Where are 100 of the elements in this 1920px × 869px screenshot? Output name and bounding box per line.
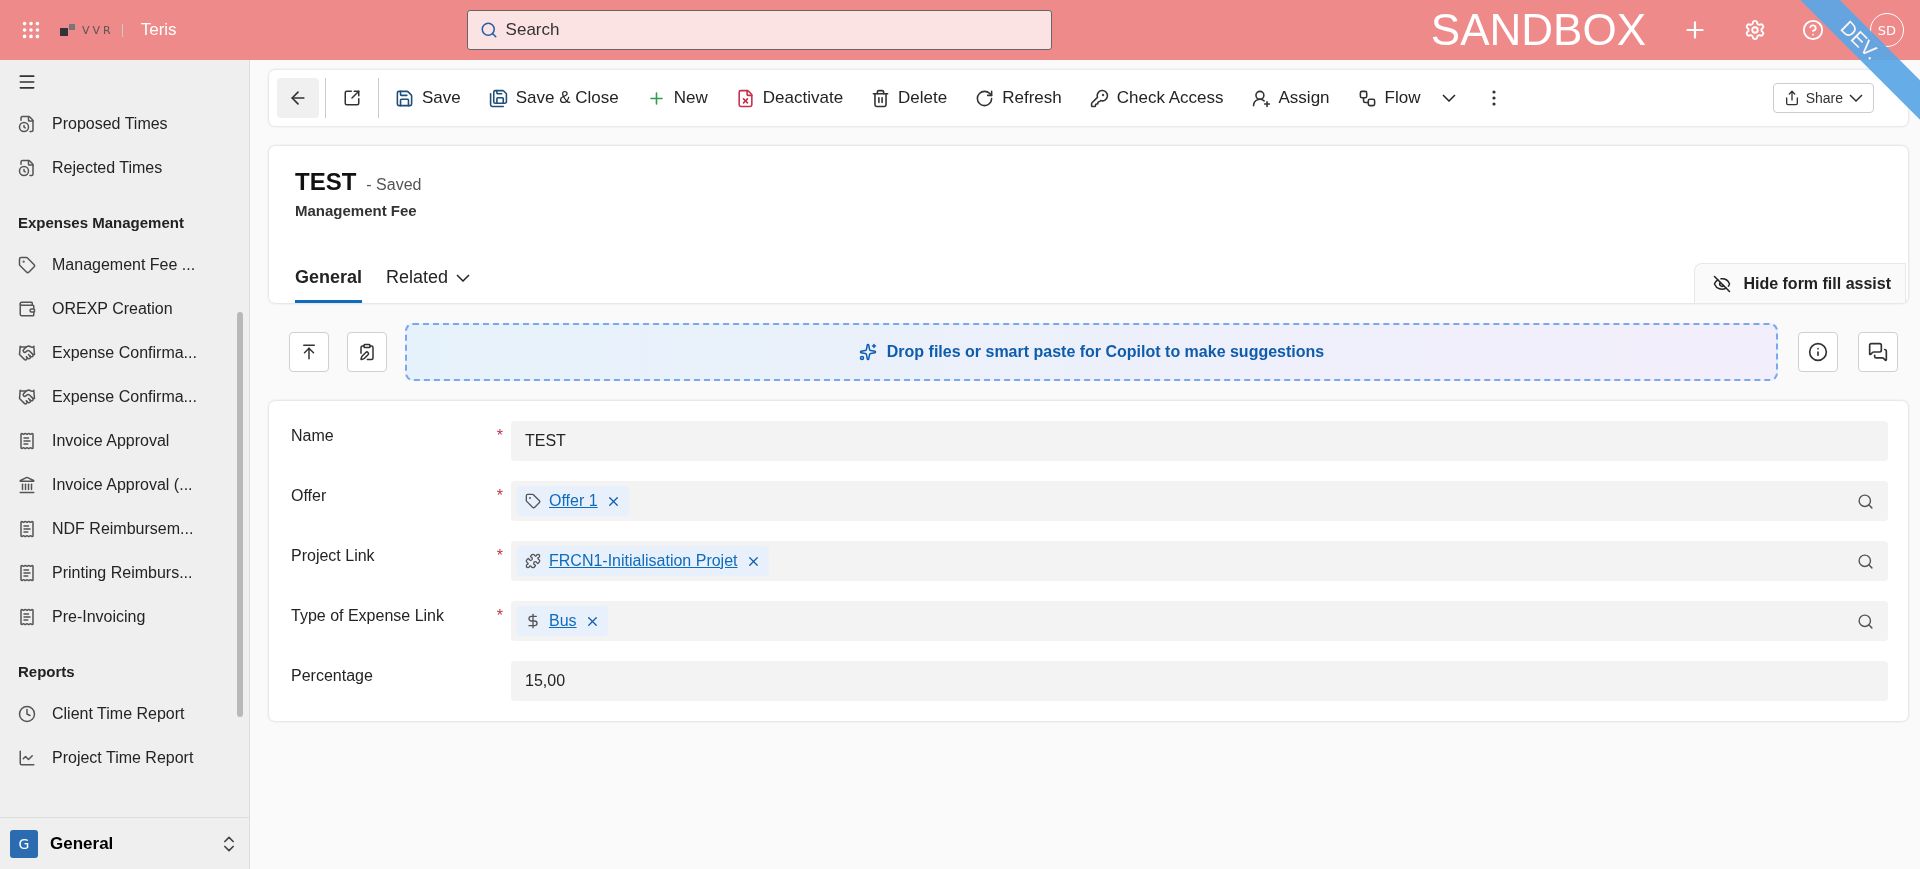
command-button[interactable]: Flow bbox=[1347, 78, 1467, 118]
arrow-up-to-line-icon bbox=[300, 343, 318, 361]
clock-icon bbox=[18, 705, 36, 723]
flow-icon bbox=[1357, 88, 1377, 108]
chart-icon bbox=[18, 749, 36, 767]
nav-item[interactable]: NDF Reimbursem... bbox=[0, 507, 249, 551]
receipt-icon bbox=[18, 608, 36, 626]
input-field[interactable]: TEST bbox=[511, 421, 1888, 461]
lookup-field[interactable]: Offer 1 bbox=[511, 481, 1888, 521]
nav-item[interactable]: Client Time Report bbox=[0, 692, 249, 736]
search-icon[interactable] bbox=[1857, 612, 1874, 630]
search-field[interactable]: Search bbox=[466, 10, 1052, 50]
record-link[interactable]: Bus bbox=[549, 612, 577, 630]
receipt-icon bbox=[18, 564, 36, 582]
info-button[interactable] bbox=[1798, 332, 1838, 372]
share-button[interactable]: Share bbox=[1772, 83, 1874, 113]
clock-document-icon bbox=[18, 159, 36, 177]
hide-assist-button[interactable]: Hide form fill assist bbox=[1694, 263, 1906, 303]
chevron-down-icon bbox=[1849, 94, 1863, 102]
lookup-field[interactable]: FRCN1-Initialisation Projet bbox=[511, 541, 1888, 581]
environment-label: SANDBOX bbox=[1430, 5, 1646, 55]
entity-name: Management Fee bbox=[295, 202, 418, 219]
back-button[interactable] bbox=[277, 78, 319, 118]
nav-item[interactable]: Invoice Approval bbox=[0, 419, 249, 463]
tag-icon bbox=[18, 256, 36, 274]
refresh-icon bbox=[975, 88, 995, 108]
handshake-icon bbox=[18, 344, 36, 362]
command-button[interactable]: Refresh bbox=[965, 78, 1072, 118]
chat-icon bbox=[1868, 342, 1888, 362]
field-label: Offer bbox=[291, 487, 327, 505]
field-label: Type of Expense Link bbox=[291, 607, 444, 625]
field-label: Name bbox=[291, 427, 334, 445]
clipboard-pen-icon bbox=[358, 343, 376, 361]
clock-document-icon bbox=[18, 115, 36, 133]
receipt-icon bbox=[18, 520, 36, 538]
scrollbar[interactable] bbox=[237, 312, 243, 717]
save-close-icon bbox=[488, 88, 508, 108]
search-icon bbox=[479, 21, 498, 39]
scroll-top-button[interactable] bbox=[289, 332, 329, 372]
chevron-down-icon bbox=[1442, 94, 1457, 102]
required-mark: * bbox=[496, 427, 503, 445]
command-button[interactable]: Assign bbox=[1241, 78, 1340, 118]
command-button[interactable]: Save bbox=[385, 78, 471, 118]
nav-item[interactable]: Proposed Times bbox=[0, 102, 249, 146]
save-icon bbox=[395, 88, 414, 108]
required-mark: * bbox=[496, 487, 503, 505]
command-button[interactable]: Deactivate bbox=[725, 78, 854, 118]
nav-item[interactable]: OREXP Creation bbox=[0, 287, 249, 331]
tab[interactable]: General bbox=[295, 259, 363, 303]
company-logo: VVR bbox=[60, 23, 123, 37]
help-icon[interactable] bbox=[1802, 19, 1824, 41]
nav-item[interactable]: Management Fee ... bbox=[0, 243, 249, 287]
wallet-icon bbox=[18, 300, 36, 318]
command-button[interactable]: New bbox=[636, 78, 718, 118]
required-mark: * bbox=[496, 607, 503, 625]
receipt-icon bbox=[18, 432, 36, 450]
tab[interactable]: Related bbox=[386, 259, 471, 303]
eye-off-icon bbox=[1713, 274, 1732, 293]
field-label: Project Link bbox=[291, 547, 375, 565]
search-icon[interactable] bbox=[1857, 552, 1874, 570]
nav-item[interactable]: Rejected Times bbox=[0, 146, 249, 190]
record-title: TEST bbox=[295, 168, 357, 196]
record-link[interactable]: FRCN1-Initialisation Projet bbox=[549, 552, 738, 570]
nav-item[interactable]: Invoice Approval (... bbox=[0, 463, 249, 507]
nav-item[interactable]: Expense Confirma... bbox=[0, 331, 249, 375]
key-icon bbox=[1089, 88, 1109, 108]
share-icon bbox=[1783, 90, 1800, 106]
bank-icon bbox=[18, 476, 36, 494]
sparkle-icon bbox=[858, 343, 877, 361]
external-link-icon bbox=[343, 89, 361, 107]
more-icon bbox=[1492, 90, 1497, 106]
section-title: Expenses Management bbox=[17, 213, 185, 233]
handshake-icon bbox=[18, 388, 36, 406]
search-icon[interactable] bbox=[1857, 492, 1874, 510]
input-field[interactable]: 15,00 bbox=[511, 661, 1888, 701]
dollar-icon bbox=[525, 613, 541, 629]
section-title: Reports bbox=[17, 662, 76, 682]
trash-icon bbox=[871, 88, 891, 108]
record-link[interactable]: Offer 1 bbox=[549, 492, 598, 510]
command-button[interactable]: Delete bbox=[861, 78, 958, 118]
drop-zone-text: Drop files or smart paste for Copilot to make suggestions bbox=[886, 343, 1325, 361]
puzzle-icon bbox=[525, 553, 541, 569]
command-button[interactable]: Check Access bbox=[1079, 78, 1234, 118]
required-mark: * bbox=[496, 547, 503, 565]
nav-item[interactable]: Project Time Report bbox=[0, 736, 249, 780]
area-badge: G bbox=[10, 829, 38, 858]
nav-item[interactable]: Printing Reimburs... bbox=[0, 551, 249, 595]
info-icon bbox=[1808, 342, 1828, 362]
nav-item[interactable]: Expense Confirma... bbox=[0, 375, 249, 419]
tag-icon bbox=[525, 493, 541, 509]
save-status: - Saved bbox=[366, 176, 422, 194]
field-label: Percentage bbox=[291, 667, 373, 685]
copilot-drop-zone[interactable]: Drop files or smart paste for Copilot to make suggestions bbox=[405, 323, 1778, 381]
nav-item[interactable]: Pre-Invoicing bbox=[0, 595, 249, 639]
lookup-field[interactable]: Bus bbox=[511, 601, 1888, 641]
chat-button[interactable] bbox=[1858, 332, 1898, 372]
document-blocked-icon bbox=[735, 88, 755, 108]
command-button[interactable]: Save & Close bbox=[478, 78, 629, 118]
menu-icon[interactable] bbox=[17, 72, 37, 92]
form-assist-button[interactable] bbox=[347, 332, 387, 372]
